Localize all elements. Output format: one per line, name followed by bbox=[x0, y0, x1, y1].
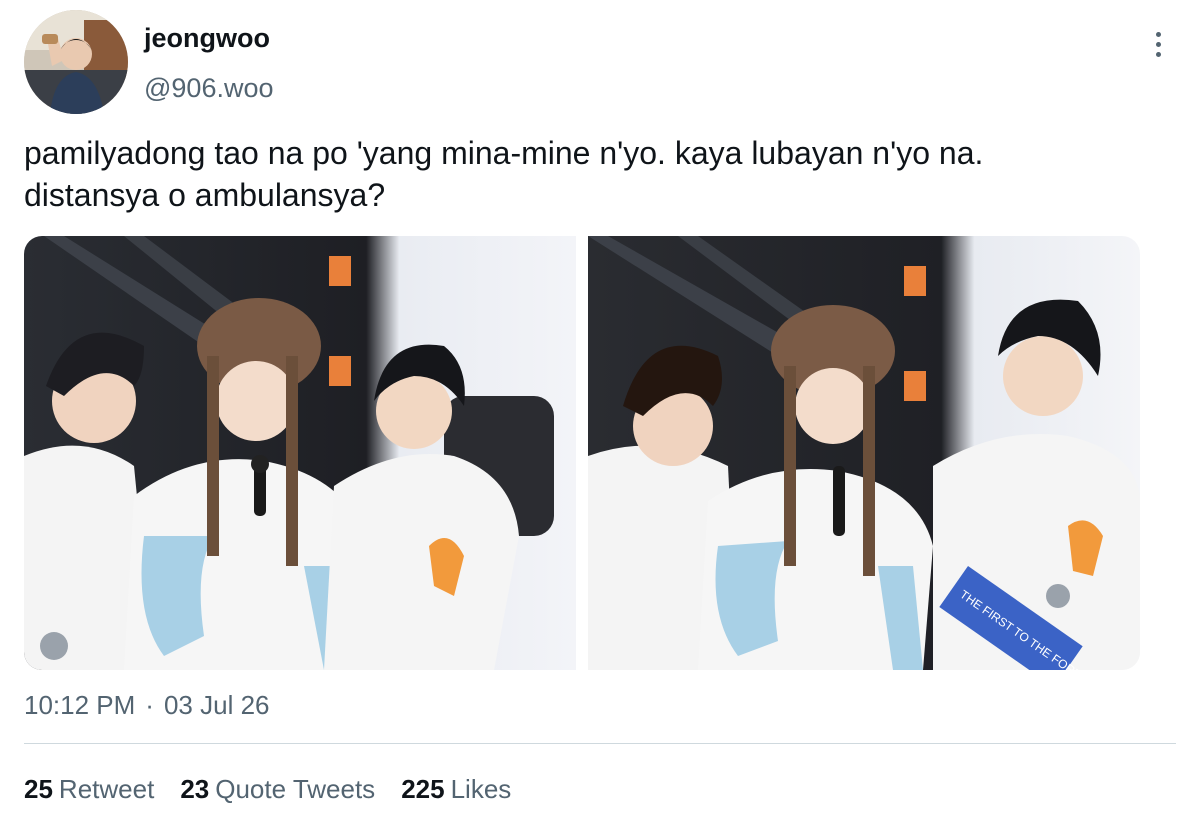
meta-separator: · bbox=[145, 690, 154, 720]
concert-photo-1 bbox=[24, 236, 576, 670]
concert-photo-2: THE FIRST TO THE FOREVER bbox=[588, 236, 1140, 670]
quotes-label: Quote Tweets bbox=[215, 774, 376, 804]
tweet-text: pamilyadong tao na po 'yang mina-mine n'… bbox=[24, 135, 984, 213]
likes-stat[interactable]: 225 Likes bbox=[401, 772, 511, 806]
retweets-label: Retweet bbox=[58, 774, 155, 804]
likes-label: Likes bbox=[450, 774, 512, 804]
more-options-button[interactable] bbox=[1144, 26, 1172, 62]
more-vertical-icon bbox=[1155, 31, 1161, 37]
author-handle[interactable]: @906.woo bbox=[144, 72, 274, 104]
avatar[interactable] bbox=[24, 10, 128, 114]
quotes-count: 23 bbox=[180, 774, 210, 804]
profile-photo bbox=[24, 10, 128, 114]
tweet-media-grid: THE FIRST TO THE FOREVER bbox=[24, 236, 1140, 670]
tweet-timestamp[interactable]: 10:12 PM · 03 Jul 26 bbox=[24, 688, 270, 722]
tweet-stats: 25 Retweet 23 Quote Tweets 225 Likes bbox=[24, 772, 511, 806]
tweet-photo-1[interactable] bbox=[24, 236, 576, 670]
tweet-header: jeongwoo @906.woo bbox=[24, 10, 1176, 114]
author-names: jeongwoo @906.woo bbox=[144, 22, 274, 104]
quote-tweets-stat[interactable]: 23 Quote Tweets bbox=[180, 772, 375, 806]
tweet-photo-2[interactable]: THE FIRST TO THE FOREVER bbox=[588, 236, 1140, 670]
retweets-stat[interactable]: 25 Retweet bbox=[24, 772, 154, 806]
tweet-time: 10:12 PM bbox=[24, 690, 136, 720]
more-vertical-icon-dot bbox=[1155, 51, 1161, 57]
retweets-count: 25 bbox=[24, 774, 53, 804]
tweet-date: 03 Jul 26 bbox=[163, 690, 270, 720]
more-vertical-icon-dot bbox=[1155, 41, 1161, 47]
divider bbox=[24, 743, 1176, 744]
author-display-name[interactable]: jeongwoo bbox=[144, 22, 274, 54]
likes-count: 225 bbox=[401, 774, 445, 804]
